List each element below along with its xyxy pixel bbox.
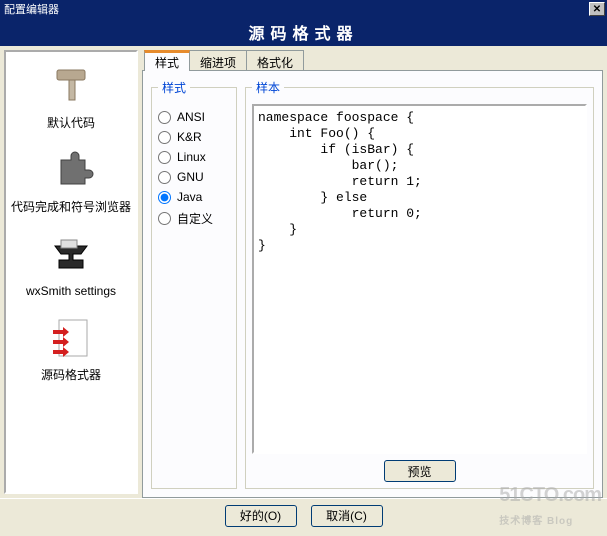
header-title: 源码格式器	[248, 20, 358, 44]
sidebar-item-label: 默认代码	[47, 116, 95, 130]
style-fieldset: 样式 ANSI K&R Linux GNU Java 自定义	[151, 79, 237, 489]
sidebar-item-default-code[interactable]: 默认代码	[8, 54, 134, 138]
code-sample[interactable]	[252, 104, 587, 454]
document-arrows-icon	[43, 310, 99, 366]
tab-style[interactable]: 样式	[144, 50, 190, 71]
preview-button[interactable]: 预览	[384, 460, 456, 482]
radio-kr[interactable]	[158, 131, 171, 144]
anvil-icon	[43, 226, 99, 282]
hammer-icon	[43, 58, 99, 114]
radio-java[interactable]	[158, 191, 171, 204]
radio-label[interactable]: Linux	[177, 150, 206, 164]
radio-label[interactable]: Java	[177, 190, 202, 204]
window-title: 配置编辑器	[2, 1, 589, 17]
sidebar-item-label: 代码完成和符号浏览器	[11, 200, 131, 214]
config-editor-window: 配置编辑器 ✕ 源码格式器 默认代码 代码完成和符号浏览器	[0, 0, 607, 536]
dialog-footer: 好的(O) 取消(C)	[0, 498, 607, 532]
dialog-header: 源码格式器	[0, 18, 607, 46]
sidebar-item-label: wxSmith settings	[26, 284, 116, 298]
radio-ansi[interactable]	[158, 111, 171, 124]
radio-label[interactable]: K&R	[177, 130, 202, 144]
radio-label[interactable]: ANSI	[177, 110, 205, 124]
sidebar-item-label: 源码格式器	[41, 368, 101, 382]
style-legend: 样式	[158, 79, 190, 96]
puzzle-icon	[43, 142, 99, 198]
radio-label[interactable]: GNU	[177, 170, 204, 184]
sidebar-item-wxsmith[interactable]: wxSmith settings	[8, 222, 134, 306]
cancel-button[interactable]: 取消(C)	[311, 505, 383, 527]
close-button[interactable]: ✕	[589, 2, 605, 16]
content-area: 默认代码 代码完成和符号浏览器 wxSmith settings 源码格式器	[0, 46, 607, 498]
radio-linux[interactable]	[158, 151, 171, 164]
radio-gnu[interactable]	[158, 171, 171, 184]
tab-strip: 样式 缩进项 格式化	[142, 50, 603, 71]
radio-label[interactable]: 自定义	[177, 210, 213, 227]
tab-content-style: 样式 ANSI K&R Linux GNU Java 自定义 样本 预览	[142, 70, 603, 498]
tab-indent[interactable]: 缩进项	[189, 50, 247, 71]
sample-fieldset: 样本 预览	[245, 79, 594, 489]
titlebar: 配置编辑器 ✕	[0, 0, 607, 18]
sidebar-item-formatter[interactable]: 源码格式器	[8, 306, 134, 390]
category-sidebar[interactable]: 默认代码 代码完成和符号浏览器 wxSmith settings 源码格式器	[4, 50, 138, 494]
main-panel: 样式 缩进项 格式化 样式 ANSI K&R Linux GNU Java 自定…	[142, 50, 603, 494]
sidebar-item-code-completion[interactable]: 代码完成和符号浏览器	[8, 138, 134, 222]
tab-format[interactable]: 格式化	[246, 50, 304, 71]
ok-button[interactable]: 好的(O)	[225, 505, 297, 527]
sample-legend: 样本	[252, 79, 284, 96]
radio-custom[interactable]	[158, 212, 171, 225]
